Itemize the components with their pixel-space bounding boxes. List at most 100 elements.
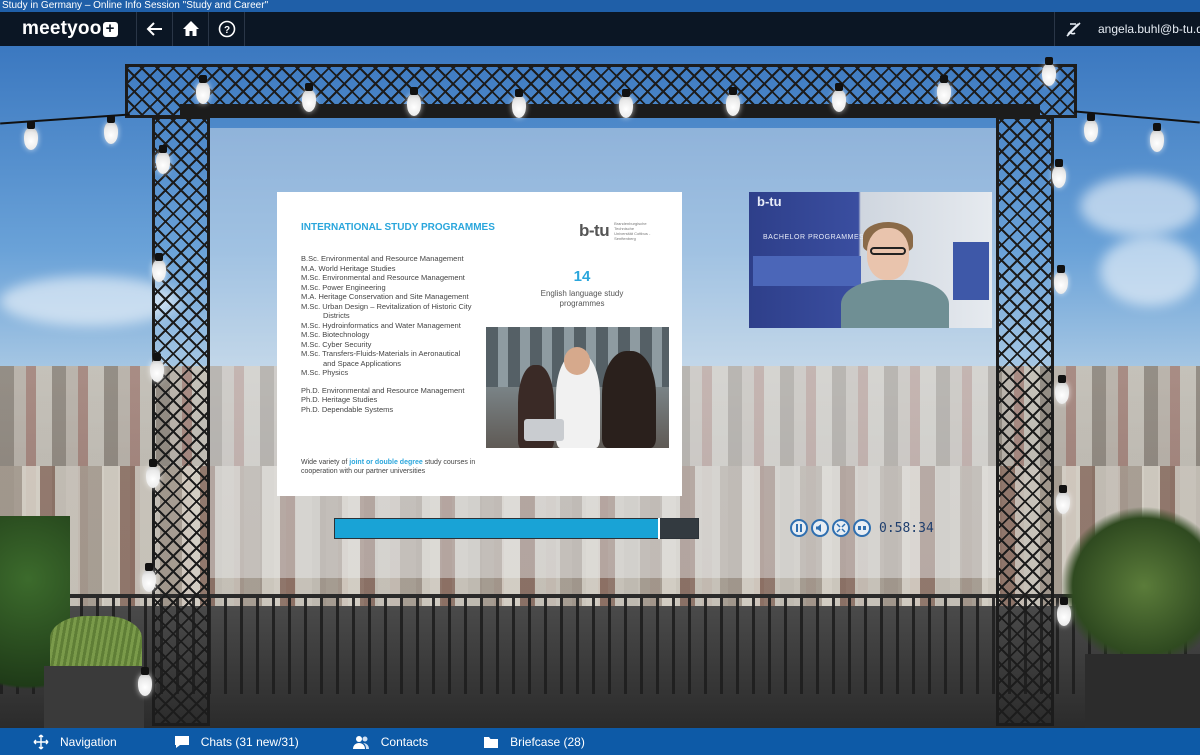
- arrow-left-icon: [146, 22, 162, 36]
- light-bulb: [512, 89, 526, 118]
- programme-item: M.Sc. Biotechnology: [301, 330, 370, 339]
- contacts-icon: [352, 733, 371, 751]
- help-button[interactable]: ?: [209, 12, 245, 46]
- help-icon: ?: [218, 20, 235, 38]
- light-bulb: [196, 75, 210, 104]
- planter-left: [44, 666, 144, 728]
- banner-text: BACHELOR PROGRAMMES: [763, 234, 865, 241]
- light-bulb: [24, 121, 38, 150]
- programme-count: 14 English language study programmes: [512, 268, 652, 309]
- folder-icon: [482, 733, 500, 751]
- meetyoo-logo[interactable]: meetyoo +: [0, 12, 137, 46]
- slide-footer: Wide variety of joint or double degree s…: [301, 458, 501, 476]
- navigation-label: Navigation: [60, 734, 117, 749]
- progress-fill: [335, 519, 659, 538]
- phd-item: Ph.D. Heritage Studies: [301, 395, 378, 404]
- grass-planter: [50, 616, 142, 671]
- chat-bubble-icon: [173, 733, 191, 751]
- programme-item: M.Sc. Physics: [301, 368, 349, 377]
- home-button[interactable]: [173, 12, 209, 46]
- playback-progress-bar[interactable]: [334, 518, 699, 539]
- pause-button[interactable]: [790, 519, 808, 537]
- light-bulb: [152, 253, 166, 282]
- programme-list: B.Sc. Environmental and Resource Managem…: [301, 254, 506, 414]
- cloud: [1100, 236, 1200, 306]
- mic-off-icon: [1065, 22, 1081, 37]
- presentation-slide: INTERNATIONAL STUDY PROGRAMMES b-tu Bran…: [277, 192, 682, 496]
- logo-subtitle: Brandenburgische Technische Universität …: [614, 221, 651, 241]
- programme-item: M.Sc. Hydroinformatics and Water Managem…: [301, 320, 461, 330]
- light-bulb: [619, 89, 633, 118]
- light-bulb: [138, 667, 152, 696]
- light-bulb: [1054, 265, 1068, 294]
- expand-icon: [836, 523, 846, 533]
- chats-button[interactable]: Chats (31 new/31): [173, 728, 299, 755]
- briefcase-button[interactable]: Briefcase (28): [482, 728, 585, 755]
- settings-button[interactable]: [853, 519, 871, 537]
- light-bulb: [150, 353, 164, 382]
- programme-item: B.Sc. Environmental and Resource Managem…: [301, 254, 464, 263]
- plus-icon: +: [102, 21, 118, 37]
- programme-item: M.A. Heritage Conservation and Site Mana…: [301, 292, 469, 301]
- window-title: Study in Germany – Online Info Session "…: [0, 0, 1200, 12]
- minimize-icon: [858, 526, 866, 530]
- user-email[interactable]: angela.buhl@b-tu.de: [1090, 22, 1200, 36]
- light-bulb: [156, 145, 170, 174]
- progress-knob[interactable]: [658, 518, 661, 539]
- fullscreen-button[interactable]: [832, 519, 850, 537]
- chats-label: Chats (31 new/31): [200, 734, 299, 749]
- light-bulb: [1056, 485, 1070, 514]
- light-bulb: [726, 87, 740, 116]
- count-number: 14: [573, 268, 591, 285]
- light-bulb: [104, 115, 118, 144]
- banner-logo: b-tu: [757, 194, 782, 209]
- truss-left: [152, 116, 210, 726]
- phd-item: Ph.D. Environmental and Resource Managem…: [301, 385, 465, 395]
- pause-icon: [796, 524, 802, 532]
- home-icon: [182, 21, 199, 36]
- light-bulb: [937, 75, 951, 104]
- truss-right: [996, 116, 1054, 726]
- top-bar: meetyoo + ? angela.buhl@b-tu.de: [0, 12, 1200, 46]
- programme-item: M.Sc. Transfers-Fluids-Materials in Aero…: [301, 349, 461, 358]
- contacts-button[interactable]: Contacts: [352, 728, 429, 755]
- programme-item: M.Sc. Environmental and Resource Managem…: [301, 273, 465, 282]
- svg-text:?: ?: [223, 25, 229, 36]
- navigation-button[interactable]: Navigation: [32, 728, 117, 755]
- light-bulb: [407, 87, 421, 116]
- mute-toggle-button[interactable]: [1054, 12, 1090, 46]
- logo-mark: b-tu: [579, 221, 610, 240]
- light-bulb: [146, 459, 160, 488]
- light-bulb: [832, 83, 846, 112]
- planter-right: [1085, 654, 1200, 728]
- light-bulb: [1055, 375, 1069, 404]
- light-bulb: [1052, 159, 1066, 188]
- slide-title: INTERNATIONAL STUDY PROGRAMMES: [301, 222, 495, 233]
- footer-text: Wide variety of: [301, 459, 350, 466]
- light-bulb: [1084, 113, 1098, 142]
- students-photo: [486, 327, 669, 448]
- count-label-line2: programmes: [559, 299, 605, 308]
- cloud: [1080, 176, 1200, 236]
- bottom-nav-bar: Navigation Chats (31 new/31) Contacts Br…: [0, 728, 1200, 755]
- volume-button[interactable]: [811, 519, 829, 537]
- back-button[interactable]: [137, 12, 173, 46]
- contacts-label: Contacts: [380, 734, 429, 749]
- presenter-webcam: b-tu BACHELOR PROGRAMMES: [749, 192, 992, 328]
- programme-item: Districts: [323, 311, 350, 320]
- programme-item: M.Sc. Power Engineering: [301, 282, 386, 292]
- programme-item: M.Sc. Cyber Security: [301, 339, 372, 349]
- player-controls: 0:58:34: [790, 519, 934, 537]
- briefcase-label: Briefcase (28): [510, 734, 585, 749]
- footer-highlight: joint or double degree: [349, 459, 423, 466]
- light-bulb: [1150, 123, 1164, 152]
- programme-item: and Space Applications: [323, 358, 401, 368]
- light-bulb: [1057, 597, 1071, 626]
- logo-text: meetyoo: [22, 18, 102, 39]
- playback-timecode: 0:58:34: [879, 520, 934, 536]
- btu-logo: b-tu Brandenburgische Technische Univers…: [579, 221, 654, 241]
- speaker-icon: [816, 524, 821, 532]
- light-bulb: [142, 563, 156, 592]
- move-arrows-icon: [32, 733, 50, 751]
- count-label-line1: English language study: [540, 289, 624, 298]
